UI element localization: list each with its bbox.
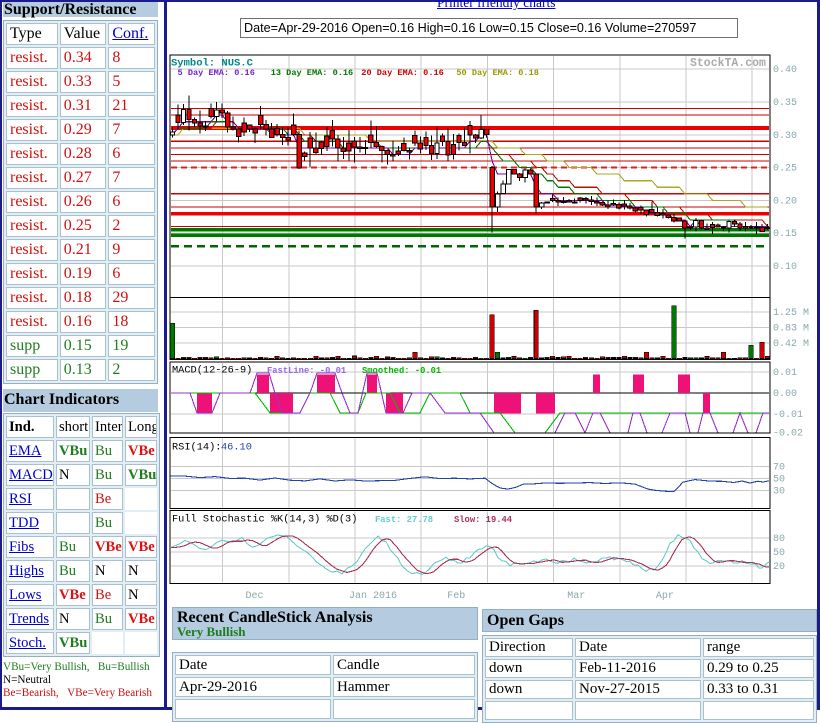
svg-text:-0.01: -0.01 [773,410,803,421]
svg-text:RSI(14):: RSI(14): [172,442,221,454]
svg-text:MACD(12-26-9): MACD(12-26-9) [172,365,252,377]
svg-text:Apr: Apr [656,591,674,602]
svg-text:70: 70 [773,463,785,474]
svg-text:StockTA.com: StockTA.com [690,57,766,70]
svg-text:Dec: Dec [245,591,263,602]
svg-text:Feb: Feb [447,590,465,602]
svg-text:0.20: 0.20 [773,196,797,207]
svg-text:0.25: 0.25 [773,164,797,175]
svg-text:80: 80 [773,534,785,545]
svg-text:20: 20 [773,562,785,573]
svg-text:1.25 M: 1.25 M [773,308,809,319]
svg-text:13 Day EMA: 0.16: 13 Day EMA: 0.16 [271,68,354,78]
svg-text:50 Day EMA: 0.18: 50 Day EMA: 0.18 [456,68,539,78]
svg-text:50: 50 [773,548,785,559]
svg-text:FastLine: -0.01: FastLine: -0.01 [267,366,346,376]
svg-text:Full Stochastic %K(14,3) %D(3): Full Stochastic %K(14,3) %D(3) [172,514,357,526]
svg-text:0.30: 0.30 [773,131,797,142]
svg-text:0.01: 0.01 [773,368,797,379]
svg-text:50: 50 [773,475,785,486]
svg-text:46.10: 46.10 [221,442,252,454]
svg-text:0.00: 0.00 [773,389,797,400]
svg-text:30: 30 [773,487,785,498]
svg-text:20 Day EMA: 0.16: 20 Day EMA: 0.16 [361,68,444,78]
svg-text:0.10: 0.10 [773,262,797,273]
svg-text:Jan 2016: Jan 2016 [349,591,397,602]
svg-text:Smoothed: -0.01: Smoothed: -0.01 [362,366,441,376]
svg-text:0.35: 0.35 [773,98,797,109]
svg-text:Fast: 27.78: Fast: 27.78 [375,515,433,525]
svg-text:-0.02: -0.02 [773,429,803,440]
svg-text:Mar: Mar [567,591,585,602]
svg-text:0.42 M: 0.42 M [773,339,809,350]
svg-text:5 Day EMA: 0.16: 5 Day EMA: 0.16 [178,68,255,78]
svg-text:0.83 M: 0.83 M [773,324,809,335]
svg-text:0.15: 0.15 [773,229,797,240]
svg-text:0.40: 0.40 [773,65,797,76]
svg-text:Slow: 19.44: Slow: 19.44 [454,515,513,525]
